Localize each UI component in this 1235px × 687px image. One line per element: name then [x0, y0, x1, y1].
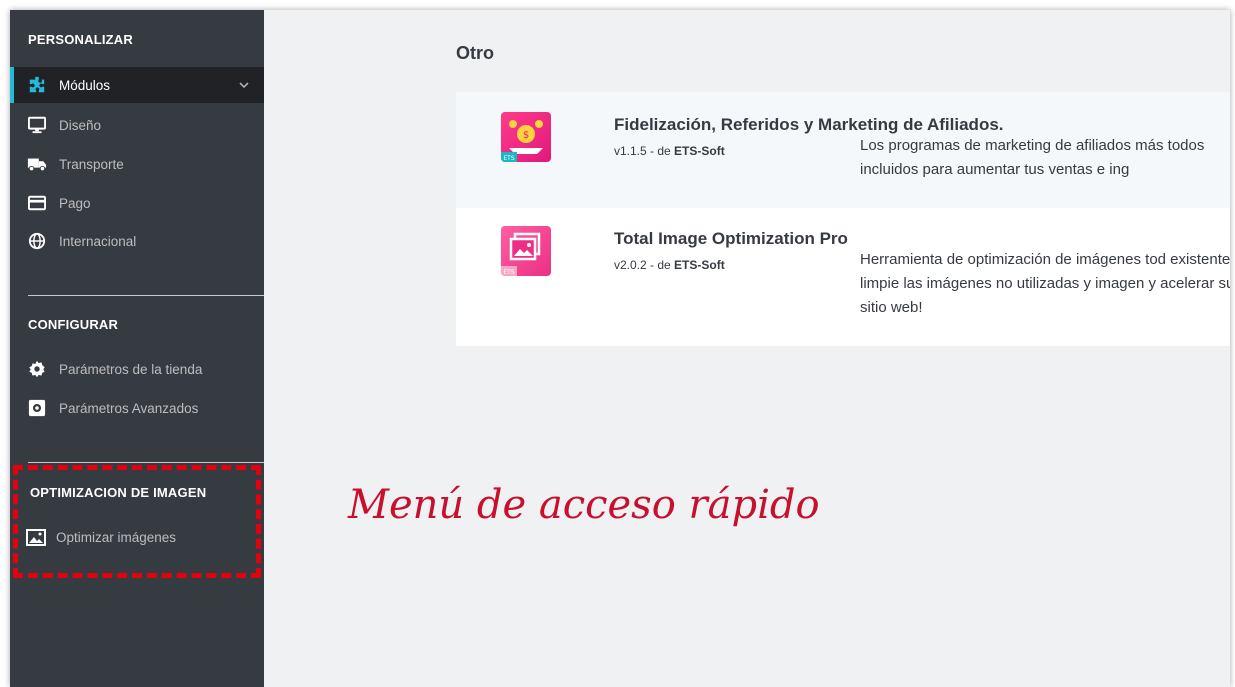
module-name[interactable]: Total Image Optimization Pro	[614, 229, 848, 249]
sidebar-item-internacional[interactable]: Internacional	[10, 223, 264, 259]
sidebar-divider	[28, 295, 264, 296]
sidebar-item-optimizar-imagenes[interactable]: Optimizar imágenes	[10, 519, 264, 555]
sidebar-item-label: Transporte	[59, 156, 124, 172]
sidebar-item-label: Internacional	[59, 233, 137, 249]
sidebar-item-transporte[interactable]: Transporte	[10, 146, 264, 182]
app-window: PERSONALIZAR Módulos Diseño Transporte P…	[10, 10, 1230, 687]
sidebar-item-label: Diseño	[59, 117, 102, 133]
sidebar: PERSONALIZAR Módulos Diseño Transporte P…	[10, 10, 264, 687]
svg-text:ETS: ETS	[503, 155, 514, 162]
sidebar-item-label: Optimizar imágenes	[56, 529, 177, 545]
svg-text:$: $	[523, 130, 529, 141]
section-title: Otro	[456, 43, 494, 63]
module-description: Los programas de marketing de afiliados …	[860, 137, 1205, 178]
module-version: v2.0.2 - de ETS-Soft	[614, 258, 725, 272]
truck-icon	[27, 154, 47, 174]
section-heading-personalizar: PERSONALIZAR	[28, 32, 133, 47]
sidebar-item-label: Pago	[59, 195, 91, 211]
module-author: ETS-Soft	[674, 258, 725, 272]
image-icon	[26, 527, 46, 547]
svg-text:ETS: ETS	[503, 269, 514, 276]
sidebar-item-label: Módulos	[59, 77, 111, 93]
sidebar-item-pago[interactable]: Pago	[10, 185, 264, 221]
module-author: ETS-Soft	[674, 144, 725, 158]
puzzle-icon	[27, 75, 47, 95]
module-description: Herramienta de optimización de imágenes …	[860, 251, 1230, 316]
image-optimization-module-icon: ETS	[501, 226, 551, 276]
sidebar-item-parametros-avanzados[interactable]: Parámetros Avanzados	[10, 390, 264, 426]
gear-icon	[27, 359, 47, 379]
section-heading-optimizacion: OPTIMIZACION DE IMAGEN	[30, 485, 207, 500]
globe-icon	[27, 231, 47, 251]
credit-card-icon	[27, 193, 47, 213]
monitor-icon	[27, 115, 47, 135]
sidebar-item-diseno[interactable]: Diseño	[10, 107, 264, 143]
sidebar-item-label: Parámetros de la tienda	[59, 361, 203, 377]
sidebar-item-parametros-tienda[interactable]: Parámetros de la tienda	[10, 351, 264, 387]
settings-box-icon	[27, 398, 47, 418]
sidebar-item-modulos[interactable]: Módulos	[10, 67, 264, 103]
main-content: Otro $ ETS Fidelización, Referidos y Mar…	[264, 10, 1230, 687]
quick-access-callout: Menú de acceso rápido	[348, 482, 820, 528]
list-item[interactable]: $ ETS Fidelización, Referidos y Marketin…	[456, 92, 1230, 208]
module-name[interactable]: Fidelización, Referidos y Marketing de A…	[614, 115, 1004, 135]
list-item[interactable]: ETS Total Image Optimization Pro v2.0.2 …	[456, 208, 1230, 346]
sidebar-divider	[28, 462, 264, 463]
section-heading-configurar: CONFIGURAR	[28, 317, 119, 332]
chevron-down-icon	[238, 79, 250, 94]
loyalty-module-icon: $ ETS	[501, 112, 551, 162]
sidebar-item-label: Parámetros Avanzados	[59, 400, 199, 416]
module-version: v1.1.5 - de ETS-Soft	[614, 144, 725, 158]
